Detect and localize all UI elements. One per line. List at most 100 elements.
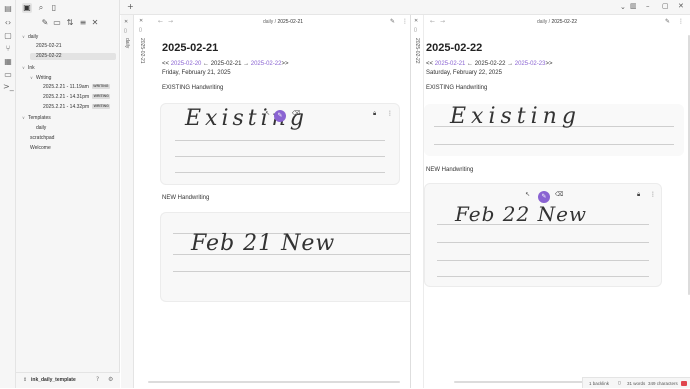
- writing-badge: WRITING: [91, 84, 110, 90]
- files-tab-icon[interactable]: ▣: [22, 3, 32, 13]
- nav-current: ← 2025-02-21 →: [201, 61, 251, 67]
- code-icon[interactable]: ‹›: [3, 18, 13, 28]
- prev-day-link[interactable]: 2025-02-21: [435, 61, 466, 67]
- stacked-tab-label[interactable]: 2025-02-21: [139, 38, 145, 64]
- sort-icon[interactable]: ⇅: [65, 18, 75, 28]
- ruled-line: [437, 260, 649, 261]
- breadcrumb-separator: /: [548, 19, 551, 25]
- file-icon: ▯: [414, 27, 417, 33]
- folder-ink[interactable]: ∨ Ink: [22, 64, 35, 72]
- graph-icon[interactable]: ⑂: [3, 44, 13, 54]
- character-count: 349 characters: [648, 381, 678, 386]
- stacked-tab-label[interactable]: daily: [124, 38, 130, 48]
- reading-view-icon[interactable]: ▯: [618, 378, 620, 389]
- file-2025-02-21[interactable]: 2025-02-21: [30, 43, 116, 50]
- bookmark-icon[interactable]: ▯: [49, 3, 59, 13]
- lock-icon[interactable]: 🔒︎: [373, 110, 376, 118]
- sync-error-icon[interactable]: [681, 381, 687, 386]
- file-writing-3[interactable]: 2025.2.21 - 14.32pm WRITING: [43, 104, 111, 111]
- breadcrumb: daily / 2025-02-22: [424, 15, 690, 29]
- vault-name: ink_daily_template: [31, 377, 76, 383]
- new-handwriting-label: NEW Handwriting: [426, 167, 474, 173]
- file-scratchpad[interactable]: scratchpad: [30, 135, 54, 142]
- ruled-line: [175, 140, 385, 141]
- sidebar-toggle-icon[interactable]: ▤: [3, 4, 13, 14]
- eraser-tool-icon[interactable]: ⌫: [555, 191, 563, 198]
- note-title: 2025-02-21: [162, 42, 219, 54]
- settings-icon[interactable]: ⚙: [108, 376, 113, 383]
- horizontal-scrollbar[interactable]: [148, 381, 400, 383]
- file-welcome[interactable]: Welcome: [30, 145, 51, 152]
- file-icon: ▯: [124, 28, 127, 34]
- help-icon[interactable]: ?: [96, 376, 99, 383]
- file-template-daily[interactable]: daily: [36, 125, 46, 132]
- ruled-line: [175, 172, 385, 173]
- ruled-line: [437, 242, 649, 243]
- search-icon[interactable]: ⌕: [36, 3, 46, 13]
- close-icon[interactable]: ✕: [124, 19, 128, 25]
- breadcrumb-folder[interactable]: daily: [537, 19, 547, 25]
- handwriting-embed-new[interactable]: ↖ ✎ ⌫ 🔒︎ ⋮ Feb 22 New: [424, 183, 662, 287]
- folder-daily[interactable]: ∨ daily: [22, 33, 38, 41]
- vault-switcher[interactable]: ⇕ ink_daily_template ? ⚙: [16, 372, 120, 388]
- next-day-link[interactable]: 2025-02-22: [251, 61, 282, 67]
- folder-templates[interactable]: ∨ Templates: [22, 114, 51, 122]
- chevron-down-icon[interactable]: ⌄: [620, 3, 626, 11]
- stacked-tab-label[interactable]: 2025-02-22: [414, 38, 420, 64]
- terminal-icon[interactable]: >_: [3, 82, 14, 92]
- more-options-icon[interactable]: ⋮: [678, 18, 684, 25]
- new-note-icon[interactable]: ✎: [40, 18, 50, 28]
- tab-bar: + ⌄ ▥ – ▢ ✕: [120, 0, 690, 15]
- nav-current: ← 2025-02-22 →: [465, 61, 515, 67]
- calendar-icon[interactable]: ▦: [3, 57, 13, 67]
- handwriting-ink: Existing: [450, 104, 581, 129]
- close-window-icon[interactable]: ✕: [678, 2, 684, 10]
- minimize-icon[interactable]: –: [646, 2, 650, 10]
- status-bar: 1 backlink ▯ 31 words 349 characters: [582, 377, 690, 388]
- close-icon[interactable]: ✕: [139, 18, 143, 24]
- backlinks-count[interactable]: 1 backlink: [589, 378, 609, 389]
- nav-prefix: <<: [426, 61, 435, 67]
- edit-icon[interactable]: ✎: [665, 18, 670, 25]
- lock-icon[interactable]: 🔒︎: [637, 191, 640, 199]
- select-tool-icon[interactable]: ↖: [265, 110, 270, 117]
- file-writing-1[interactable]: 2025.2.21 - 11.19am WRITING: [43, 84, 110, 91]
- pen-tool-icon[interactable]: ✎: [274, 110, 286, 122]
- more-options-icon[interactable]: ⋮: [650, 191, 656, 198]
- file-icon[interactable]: ▢: [3, 31, 13, 41]
- handwriting-embed-existing[interactable]: Existing: [424, 104, 684, 156]
- handwriting-embed-existing[interactable]: Existing ↖ ✎ ⌫ 🔒︎ ⋮: [160, 103, 400, 185]
- nav-suffix: >>: [281, 61, 289, 67]
- maximize-icon[interactable]: ▢: [662, 2, 669, 10]
- folder-writing[interactable]: ∨ Writing: [30, 74, 51, 82]
- collapse-icon[interactable]: ≡: [78, 18, 88, 28]
- file-writing-2[interactable]: 2025.2.21 - 14.31pm WRITING: [43, 94, 111, 101]
- ribbon: ▤ ‹› ▢ ⑂ ▦ ▭ >_: [0, 0, 16, 388]
- more-options-icon[interactable]: ⋮: [387, 110, 393, 117]
- eraser-tool-icon[interactable]: ⌫: [292, 110, 300, 117]
- writing-badge: WRITING: [92, 94, 111, 100]
- stacked-tab-strip-left: ✕ ▯ daily: [121, 15, 134, 388]
- new-tab-icon[interactable]: +: [127, 2, 134, 11]
- breadcrumb-file: 2025-02-22: [551, 19, 578, 25]
- close-icon[interactable]: ✕: [90, 18, 100, 28]
- daily-nav-links: << 2025-02-21 ← 2025-02-22 → 2025-02-23>…: [426, 61, 552, 67]
- editor-pane-right: ← → daily / 2025-02-22 ✎ ⋮ 2025-02-22 <<…: [424, 15, 690, 388]
- breadcrumb-folder[interactable]: daily: [263, 19, 273, 25]
- edit-icon[interactable]: ✎: [390, 18, 395, 25]
- select-tool-icon[interactable]: ↖: [525, 191, 530, 198]
- new-folder-icon[interactable]: ▭: [52, 18, 62, 28]
- date-line: Saturday, February 22, 2025: [426, 70, 502, 76]
- document-icon[interactable]: ▭: [3, 70, 13, 80]
- more-options-icon[interactable]: ⋮: [402, 18, 408, 25]
- prev-day-link[interactable]: 2025-02-20: [171, 61, 202, 67]
- right-sidebar-icon[interactable]: ▥: [630, 2, 637, 10]
- close-icon[interactable]: ✕: [414, 18, 418, 24]
- file-2025-02-22[interactable]: 2025-02-22: [30, 53, 116, 60]
- nav-suffix: >>: [545, 61, 553, 67]
- handwriting-embed-new[interactable]: Feb 21 New: [160, 212, 410, 302]
- ruled-line: [175, 156, 385, 157]
- ruled-line: [437, 276, 649, 277]
- writing-badge: WRITING: [92, 104, 111, 110]
- next-day-link[interactable]: 2025-02-23: [515, 61, 546, 67]
